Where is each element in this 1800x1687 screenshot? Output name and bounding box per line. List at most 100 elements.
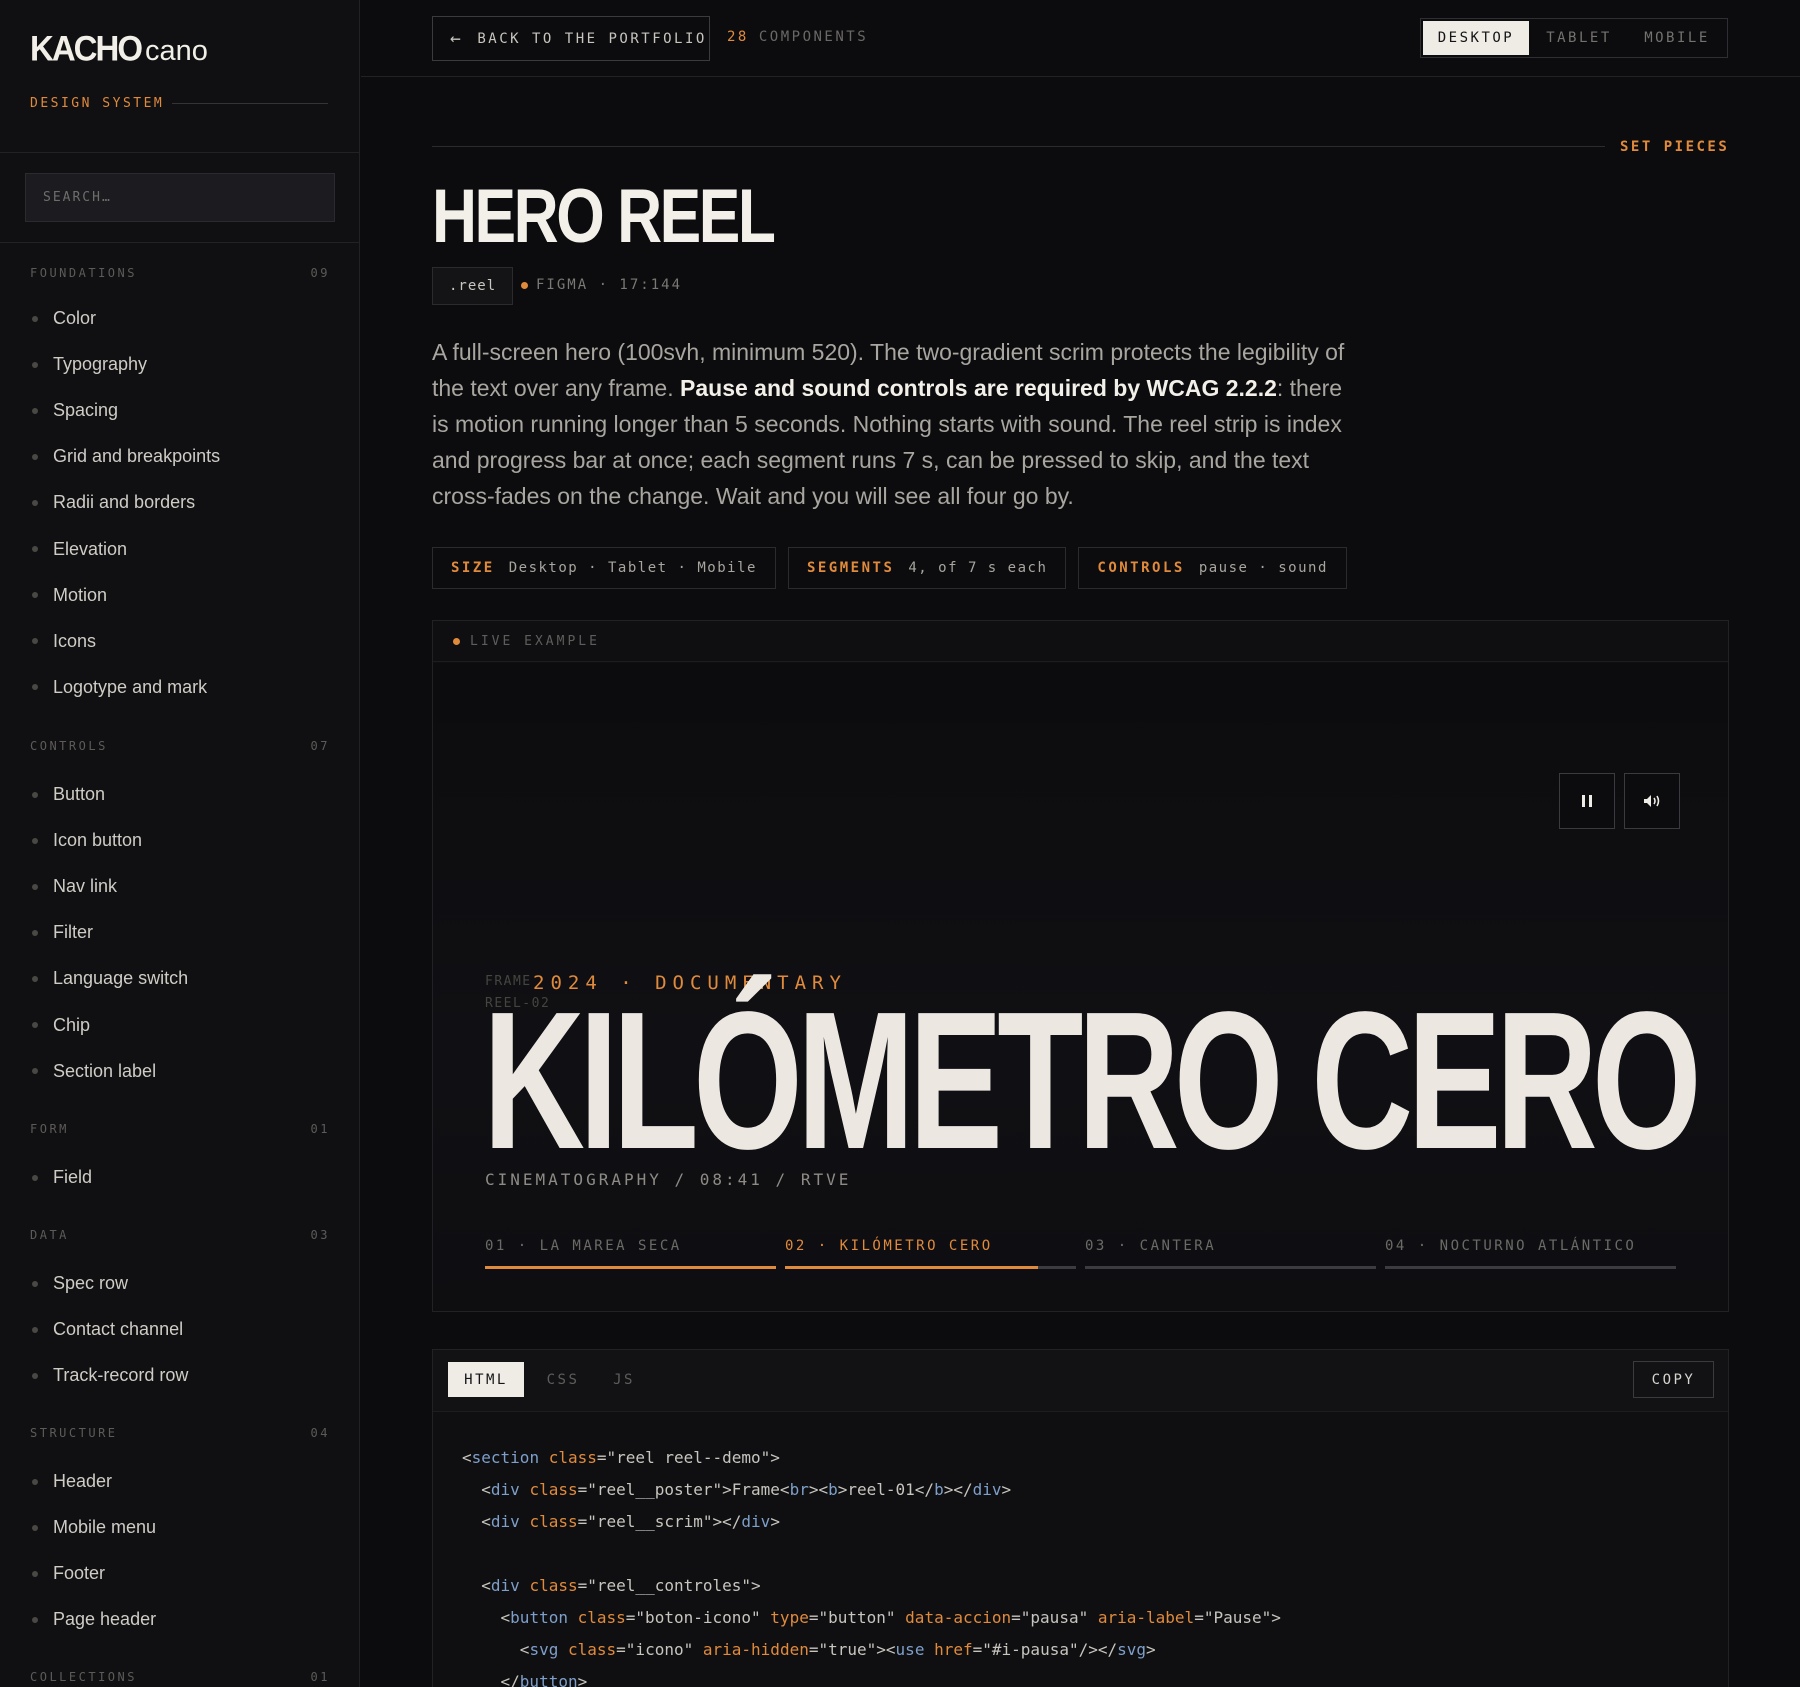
segment-label: 03 · CANTERA [1085,1238,1217,1254]
back-label: BACK TO THE PORTFOLIO [477,30,707,47]
spec-key: SEGMENTS [806,560,895,576]
tab-css[interactable]: CSS [532,1362,594,1397]
bullet-icon [32,1280,38,1287]
segment-progress-fill [785,1266,1039,1269]
description: A full-screen hero (100svh, minimum 520)… [432,334,1362,514]
reel-segment-4[interactable]: 04 · NOCTURNO ATLÁNTICO [1385,1238,1676,1269]
logo[interactable]: KACHO cano [30,28,208,69]
reel-title: KILÓMETRO CERO [483,971,1702,1190]
bullet-icon [32,453,38,460]
sidebar-item-nav-link[interactable]: Nav link [30,876,117,897]
sidebar-item-page-header[interactable]: Page header [30,1609,156,1630]
sidebar-item-icons[interactable]: Icons [30,631,96,652]
logo-wordmark-bold: KACHO [30,28,143,69]
sidebar-item-filter[interactable]: Filter [30,922,93,943]
section-label: SET PIECES [1620,139,1730,155]
sidebar-item-spacing[interactable]: Spacing [30,400,118,421]
divider [0,242,359,243]
nav-section-title: FORM [30,1122,69,1136]
spec-chip-segments: SEGMENTS 4, of 7 s each [787,547,1067,589]
sidebar-item-label: Logotype and mark [53,676,208,697]
figma-ref-text: FIGMA · 17:144 [536,277,683,293]
device-mobile[interactable]: MOBILE [1629,21,1725,55]
nav-section-title: CONTROLS [30,739,108,753]
segment-label: 01 · LA MAREA SECA [485,1238,682,1254]
sidebar-item-label: Elevation [53,538,128,559]
segment-progress [785,1266,1076,1269]
sidebar-item-mobile-menu[interactable]: Mobile menu [30,1517,156,1538]
device-toggle: DESKTOP TABLET MOBILE [1420,18,1728,58]
sidebar-item-label: Mobile menu [53,1517,157,1538]
class-tag: .reel [432,267,514,305]
live-example-label: LIVE EXAMPLE [470,633,600,649]
page-title: HERO REEL [432,174,776,259]
bullet-icon [32,499,38,506]
bullet-icon [32,791,38,798]
sidebar-item-icon-button[interactable]: Icon button [30,830,142,851]
sidebar-item-chip[interactable]: Chip [30,1015,90,1036]
bullet-icon [32,883,38,890]
bullet-icon [32,592,38,599]
sound-button[interactable] [1624,773,1680,829]
spec-value: 4, of 7 s each [908,560,1048,576]
sidebar-item-typography[interactable]: Typography [30,354,147,375]
sidebar-item-motion[interactable]: Motion [30,585,107,606]
sidebar-item-color[interactable]: Color [30,308,96,329]
sidebar-item-track-record-row[interactable]: Track-record row [30,1365,188,1386]
nav-section-count: 03 [310,1228,330,1242]
sidebar-item-label: Motion [53,584,108,605]
sidebar-item-section-label[interactable]: Section label [30,1061,156,1082]
reel-segment-3[interactable]: 03 · CANTERA [1085,1238,1376,1269]
sidebar-item-label: Color [53,308,97,328]
sidebar-item-label: Footer [53,1563,106,1584]
reel-segment-1[interactable]: 01 · LA MAREA SECA [485,1238,776,1269]
pause-button[interactable] [1559,773,1615,829]
sidebar-item-field[interactable]: Field [30,1167,92,1188]
nav-section-title: STRUCTURE [30,1426,118,1440]
sidebar-item-label: Button [53,784,106,804]
code-block: <section class="reel reel--demo"> <div c… [462,1448,1281,1687]
count-number: 28 [727,29,749,45]
spec-chip-size: SIZE Desktop · Tablet · Mobile [432,547,776,589]
bullet-icon [32,1326,38,1333]
nav-section-collections: COLLECTIONS 01 [30,1670,330,1684]
nav-section-form: FORM 01 [30,1122,330,1136]
sidebar-item-label: Spacing [53,400,119,421]
sidebar-item-logotype-and-mark[interactable]: Logotype and mark [30,677,207,698]
tab-html[interactable]: HTML [448,1362,524,1397]
nav-section-count: 01 [310,1670,330,1684]
sidebar-item-label: Track-record row [53,1365,189,1386]
logo-wordmark-light: cano [145,35,208,67]
back-to-portfolio-button[interactable]: ← BACK TO THE PORTFOLIO [432,16,710,61]
sidebar-item-label: Section label [53,1060,157,1081]
reel-segment-2[interactable]: 02 · KILÓMETRO CERO [785,1238,1076,1269]
sidebar-item-footer[interactable]: Footer [30,1563,105,1584]
bullet-icon [32,1478,38,1485]
bullet-icon [32,975,38,982]
divider [172,103,328,104]
spec-key: CONTROLS [1097,560,1185,576]
sidebar-item-grid-and-breakpoints[interactable]: Grid and breakpoints [30,446,220,467]
sidebar-item-label: Page header [53,1609,157,1630]
sidebar-item-label: Radii and borders [53,492,196,513]
copy-button[interactable]: COPY [1633,1361,1714,1398]
sidebar-item-spec-row[interactable]: Spec row [30,1273,128,1294]
sidebar-item-label: Icon button [53,830,143,851]
sidebar-item-language-switch[interactable]: Language switch [30,968,188,989]
spec-chips: SIZE Desktop · Tablet · Mobile SEGMENTS 4,… [432,547,1347,589]
device-tablet[interactable]: TABLET [1529,21,1629,55]
segment-progress-fill [485,1266,776,1269]
spec-value: Desktop · Tablet · Mobile [508,560,757,576]
sidebar-item-contact-channel[interactable]: Contact channel [30,1319,183,1340]
sidebar-item-button[interactable]: Button [30,784,105,805]
sidebar-item-header[interactable]: Header [30,1471,112,1492]
bullet-icon [32,361,38,368]
tab-js[interactable]: JS [599,1362,649,1397]
sidebar-item-radii-and-borders[interactable]: Radii and borders [30,492,195,513]
sidebar-item-elevation[interactable]: Elevation [30,539,127,560]
device-desktop[interactable]: DESKTOP [1423,21,1529,55]
pause-icon [1582,795,1592,807]
search-input[interactable]: SEARCH… [25,173,335,222]
sidebar-item-label: Language switch [53,968,189,989]
bullet-icon [32,1524,38,1531]
